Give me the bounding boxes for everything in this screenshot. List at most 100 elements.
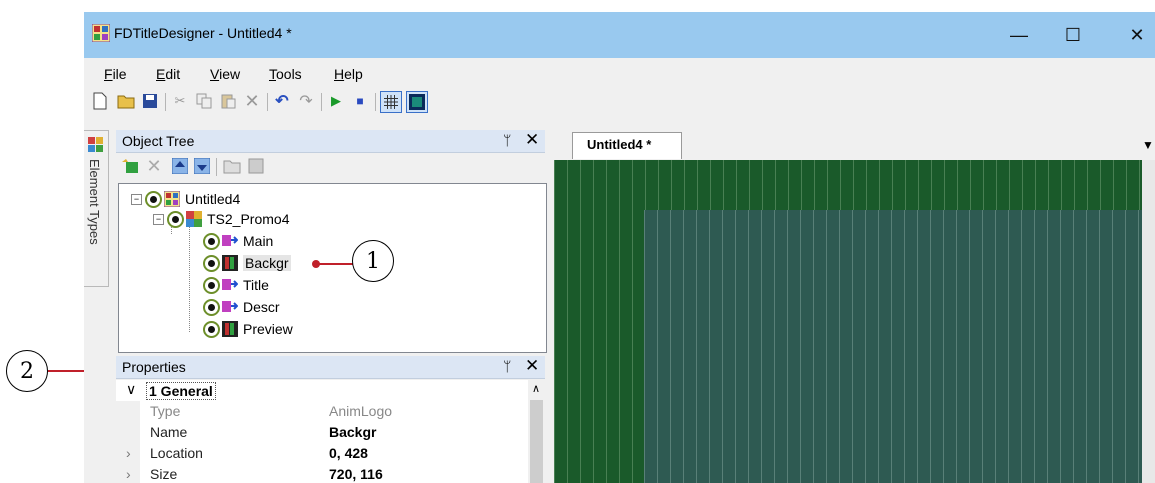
undo-button[interactable]: ↶: [272, 91, 292, 111]
menu-edit[interactable]: Edit: [156, 66, 180, 82]
toolbar-separator: [375, 93, 376, 111]
grid-toggle-button[interactable]: [380, 91, 402, 113]
delete-icon: ✕: [244, 90, 260, 111]
visibility-eye-icon[interactable]: [203, 276, 220, 294]
property-value: AnimLogo: [329, 403, 393, 419]
collapse-icon[interactable]: −: [153, 213, 164, 225]
tree-node-backgr[interactable]: Backgr: [203, 253, 291, 273]
move-up-button[interactable]: [170, 156, 190, 176]
menu-tools-rest: ools: [276, 66, 302, 82]
safe-area-icon: [409, 94, 425, 110]
visibility-eye-icon[interactable]: [203, 320, 220, 338]
open-button[interactable]: [116, 91, 136, 111]
tree-node-preview[interactable]: Preview: [203, 319, 293, 339]
window-title: FDTitleDesigner - Untitled4 *: [114, 25, 292, 41]
chevron-right-icon[interactable]: ›: [126, 445, 131, 461]
redo-icon: ↷: [299, 93, 313, 110]
chevron-right-icon[interactable]: ›: [126, 466, 131, 482]
property-value[interactable]: Backgr: [329, 424, 376, 440]
tree-node-main[interactable]: Main: [203, 231, 273, 251]
copy-button[interactable]: [194, 91, 214, 111]
toolbar-separator: [216, 158, 217, 176]
tree-node-untitled4[interactable]: − Untitled4: [131, 189, 240, 209]
save-template-button[interactable]: [246, 156, 266, 176]
maximize-icon: ☐: [1064, 24, 1082, 45]
pin-icon[interactable]: ᛘ: [503, 132, 511, 148]
property-value[interactable]: 0, 428: [329, 445, 368, 461]
maximize-button[interactable]: ☐: [1050, 12, 1096, 58]
properties-scrollbar[interactable]: ∧: [528, 380, 545, 483]
menu-file[interactable]: File: [104, 66, 127, 82]
visibility-eye-icon[interactable]: [203, 254, 220, 272]
element-types-strip[interactable]: Element Types: [84, 130, 109, 287]
backgr-element-area[interactable]: [644, 210, 1142, 483]
callout-2-label: 2: [20, 358, 34, 384]
properties-close-icon[interactable]: ✕: [525, 356, 539, 376]
design-canvas[interactable]: [554, 160, 1142, 483]
properties-header: Properties ᛘ ✕: [116, 356, 545, 379]
animation-element-icon: [222, 321, 238, 337]
save-template-icon: [248, 158, 264, 174]
toolbar-separator: [165, 93, 166, 111]
minimize-button[interactable]: —: [996, 12, 1042, 58]
property-group-general[interactable]: ∨ 1 General: [116, 380, 526, 401]
paste-button[interactable]: [218, 91, 238, 111]
menu-help[interactable]: Help: [334, 66, 363, 82]
element-types-icon: [88, 137, 103, 152]
remove-element-button[interactable]: ✕: [144, 156, 164, 176]
add-element-button[interactable]: [120, 156, 140, 176]
property-value[interactable]: 720, 116: [329, 466, 383, 482]
minimize-icon: —: [1010, 24, 1028, 45]
title-bar[interactable]: FDTitleDesigner - Untitled4 * — ☐ ✕: [84, 12, 1155, 58]
tree-node-descr[interactable]: Descr: [203, 297, 280, 317]
menu-bar: File Edit View Tools Help: [84, 58, 1155, 88]
tree-node-ts2-promo4[interactable]: − TS2_Promo4: [153, 209, 289, 229]
visibility-eye-icon[interactable]: [167, 210, 184, 228]
chevron-down-icon[interactable]: ∨: [126, 381, 136, 398]
tab-list-dropdown-icon[interactable]: ▼: [1142, 138, 1154, 152]
safe-area-toggle-button[interactable]: [406, 91, 428, 113]
visibility-eye-icon[interactable]: [145, 190, 162, 208]
property-row-type[interactable]: Type AnimLogo: [116, 401, 526, 422]
redo-button[interactable]: ↷: [296, 91, 316, 111]
canvas-scrollbar[interactable]: [1142, 160, 1155, 483]
element-types-label: Element Types: [87, 159, 102, 245]
load-template-button[interactable]: [222, 156, 242, 176]
property-row-name[interactable]: Name Backgr: [116, 422, 526, 443]
text-element-icon: [222, 235, 238, 246]
scroll-up-icon[interactable]: ∧: [532, 382, 540, 395]
cut-button[interactable]: ✂: [170, 91, 190, 111]
collapse-icon[interactable]: −: [131, 193, 142, 205]
tab-label: Untitled4 *: [587, 137, 652, 152]
add-element-icon: [122, 159, 138, 173]
tab-untitled4[interactable]: Untitled4 *: [572, 132, 682, 159]
callout-2: 2: [6, 350, 48, 392]
move-down-button[interactable]: [192, 156, 212, 176]
menu-tools[interactable]: Tools: [269, 66, 302, 82]
tree-node-title[interactable]: Title: [203, 275, 269, 295]
close-button[interactable]: ✕: [1114, 12, 1155, 58]
visibility-eye-icon[interactable]: [203, 232, 220, 250]
properties-grid: ∨ 1 General Type AnimLogo Name Backgr › …: [116, 380, 545, 483]
new-button[interactable]: [90, 91, 110, 111]
object-tree-header: Object Tree ᛘ ✕: [116, 130, 545, 153]
object-tree-close-icon[interactable]: ✕: [525, 130, 539, 150]
main-toolbar: ✂ ✕ ↶ ↷ ▶ ■: [84, 88, 554, 114]
menu-view[interactable]: View: [210, 66, 240, 82]
stop-button[interactable]: ■: [350, 91, 370, 111]
save-button[interactable]: [140, 91, 160, 111]
menu-edit-rest: dit: [165, 66, 181, 82]
play-button[interactable]: ▶: [326, 91, 346, 111]
toolbar-separator: [321, 93, 322, 111]
property-row-size[interactable]: › Size 720, 116: [116, 464, 526, 483]
pin-icon[interactable]: ᛘ: [503, 358, 511, 374]
remove-icon: ✕: [146, 155, 162, 176]
visibility-eye-icon[interactable]: [203, 298, 220, 316]
delete-button[interactable]: ✕: [242, 91, 262, 111]
copy-icon: [196, 93, 212, 109]
scroll-thumb[interactable]: [530, 400, 543, 483]
save-icon: [143, 94, 157, 108]
property-key: Size: [150, 466, 178, 482]
property-row-location[interactable]: › Location 0, 428: [116, 443, 526, 464]
property-group-label: 1 General: [146, 382, 216, 400]
